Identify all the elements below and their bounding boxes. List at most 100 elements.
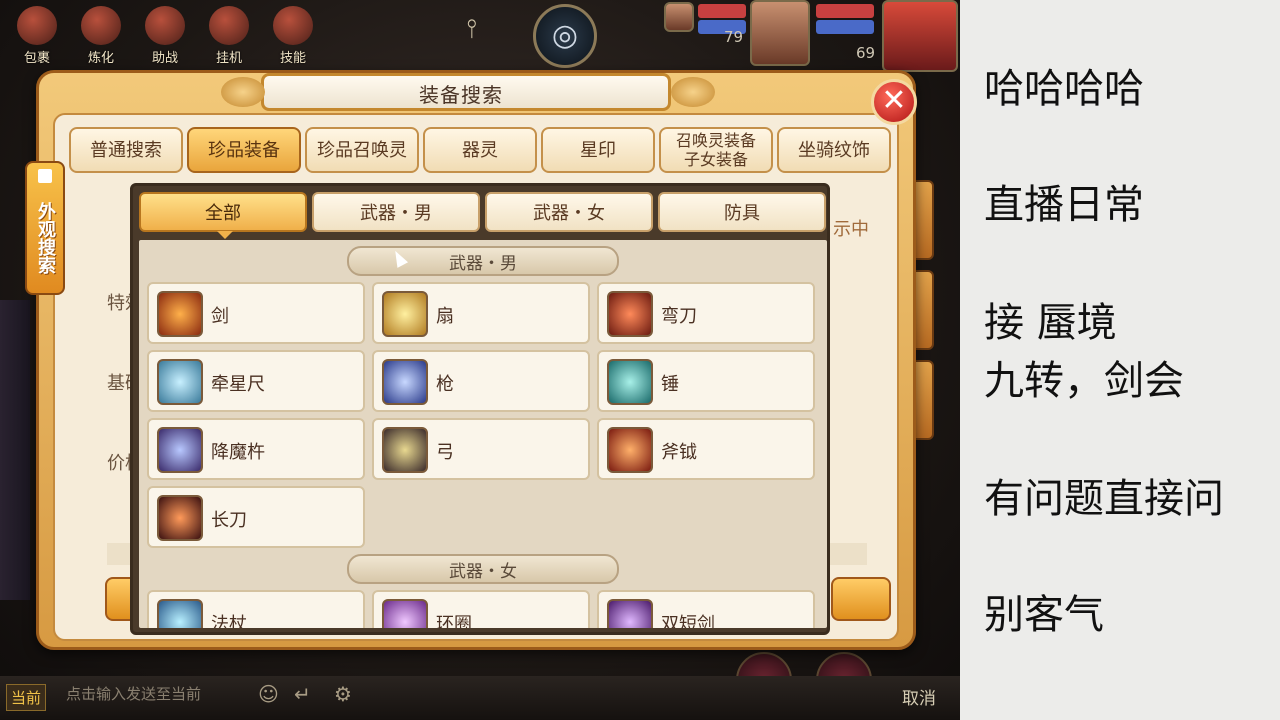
sub-tabs: 全部 武器・男 武器・女 防具 xyxy=(139,192,827,239)
list-item[interactable]: 剑 xyxy=(147,282,365,344)
menu-idle[interactable]: 挂机 xyxy=(200,6,258,66)
pet-avatar[interactable] xyxy=(750,0,810,66)
chat-input[interactable]: 点击输入发送至当前 xyxy=(66,683,201,704)
level-b: 69 xyxy=(856,44,876,62)
subtab-all[interactable]: 全部 xyxy=(139,192,307,239)
fan-icon xyxy=(382,291,428,337)
menu-assist-label: 助战 xyxy=(151,51,178,66)
item-label: 牵星尺 xyxy=(211,374,265,395)
close-button[interactable]: ✕ xyxy=(871,79,917,125)
section-header-female-weapons: 武器・女 xyxy=(347,554,619,584)
item-label: 锤 xyxy=(661,374,679,395)
item-label: 扇 xyxy=(436,306,454,327)
subtab-weapon-male[interactable]: 武器・男 xyxy=(312,192,480,232)
item-label: 弓 xyxy=(436,442,454,463)
list-item[interactable]: 牵星尺 xyxy=(147,350,365,412)
bg-button-right[interactable] xyxy=(831,577,891,621)
category-dropdown: 全部 武器・男 武器・女 防具 武器・男 剑 扇 弯刀 牵星尺 枪 锤 降魔杵 … xyxy=(130,183,830,635)
list-item[interactable]: 降魔杵 xyxy=(147,418,365,480)
long-blade-icon xyxy=(157,495,203,541)
tab-star-seal[interactable]: 星印 xyxy=(541,127,655,173)
item-label: 双短剑 xyxy=(661,614,715,628)
item-label: 枪 xyxy=(436,374,454,395)
menu-bag-label: 包裹 xyxy=(23,51,50,66)
list-item[interactable]: 环圈 xyxy=(372,590,590,628)
section-header-male-weapons: 武器・男 xyxy=(347,246,619,276)
item-label: 法杖 xyxy=(211,614,247,628)
pin-icon[interactable]: ⫯ xyxy=(466,14,477,45)
note-line-2: 直播日常 xyxy=(984,182,1144,228)
menu-idle-label: 挂机 xyxy=(215,51,242,66)
axe-icon xyxy=(607,427,653,473)
level-a: 79 xyxy=(724,28,744,46)
item-label: 环圈 xyxy=(436,614,472,628)
menu-forge-label: 炼化 xyxy=(87,51,114,66)
forge-icon xyxy=(81,6,121,45)
list-item[interactable]: 法杖 xyxy=(147,590,365,628)
note-line-1: 哈哈哈哈 xyxy=(984,66,1144,112)
item-label: 降魔杵 xyxy=(211,442,265,463)
left-side-panel xyxy=(0,300,30,600)
emoji-icon[interactable]: ☺ xyxy=(258,682,279,706)
note-line-4: 九转，剑会 xyxy=(984,358,1184,404)
tab-mount-ornament[interactable]: 坐骑纹饰 xyxy=(777,127,891,173)
note-line-5: 有问题直接问 xyxy=(984,476,1224,522)
appearance-search-tab[interactable]: 外观搜索 xyxy=(25,161,65,295)
hp-bar-a xyxy=(698,4,746,18)
chat-channel-button[interactable]: 当前 xyxy=(6,684,47,711)
category-list[interactable]: 武器・男 剑 扇 弯刀 牵星尺 枪 锤 降魔杵 弓 斧钺 长刀 武器・女 法杖 … xyxy=(139,240,827,628)
cancel-button[interactable]: 取消 xyxy=(902,684,936,709)
top-menu: 包裹 炼化 助战 挂机 技能 xyxy=(0,0,340,72)
subtab-armor[interactable]: 防具 xyxy=(658,192,826,232)
dialog-title: 装备搜索 xyxy=(419,83,503,107)
twin-swords-icon xyxy=(607,599,653,628)
tab-rare-summon[interactable]: 珍品召唤灵 xyxy=(305,127,419,173)
tab-rare-equipment[interactable]: 珍品装备 xyxy=(187,127,301,173)
list-item[interactable]: 枪 xyxy=(372,350,590,412)
menu-skill-label: 技能 xyxy=(279,51,306,66)
list-item[interactable]: 扇 xyxy=(372,282,590,344)
send-icon[interactable]: ↵ xyxy=(294,682,311,706)
scimitar-icon xyxy=(607,291,653,337)
subtab-weapon-female[interactable]: 武器・女 xyxy=(485,192,653,232)
ring-icon xyxy=(382,599,428,628)
list-item[interactable]: 长刀 xyxy=(147,486,365,548)
list-item[interactable]: 锤 xyxy=(597,350,815,412)
hp-bar-b xyxy=(816,4,874,18)
star-ruler-icon xyxy=(157,359,203,405)
hud: 79 69 xyxy=(660,0,960,72)
bg-label-right: 示中 xyxy=(833,219,869,240)
tab-weapon-spirit[interactable]: 器灵 xyxy=(423,127,537,173)
list-item[interactable]: 弯刀 xyxy=(597,282,815,344)
list-item[interactable]: 斧钺 xyxy=(597,418,815,480)
quest-icon[interactable] xyxy=(664,2,694,32)
item-label: 斧钺 xyxy=(661,442,697,463)
menu-skill[interactable]: 技能 xyxy=(264,6,322,66)
title-right-ornament-icon xyxy=(671,77,715,107)
spear-icon xyxy=(382,359,428,405)
shirt-icon xyxy=(38,169,52,183)
title-left-ornament-icon xyxy=(221,77,265,107)
notes-panel: 哈哈哈哈 直播日常 接 蜃境 九转，剑会 有问题直接问 别客气 xyxy=(960,0,1280,720)
idle-icon xyxy=(209,6,249,45)
settings-gear-icon[interactable]: ⚙ xyxy=(334,682,352,706)
tab-summon-child-equipment[interactable]: 召唤灵装备 子女装备 xyxy=(659,127,773,173)
menu-bag[interactable]: 包裹 xyxy=(8,6,66,66)
main-tabs: 普通搜索 珍品装备 珍品召唤灵 器灵 星印 召唤灵装备 子女装备 坐骑纹饰 xyxy=(69,127,899,175)
hammer-icon xyxy=(607,359,653,405)
staff-icon xyxy=(157,599,203,628)
skill-icon xyxy=(273,6,313,45)
note-line-6: 别客气 xyxy=(984,592,1104,638)
item-label: 长刀 xyxy=(211,510,247,531)
menu-forge[interactable]: 炼化 xyxy=(72,6,130,66)
bow-icon xyxy=(382,427,428,473)
dragon-emblem-icon[interactable]: ◎ xyxy=(533,4,597,68)
tab-normal-search[interactable]: 普通搜索 xyxy=(69,127,183,173)
player-avatar[interactable] xyxy=(882,0,958,72)
list-item[interactable]: 双短剑 xyxy=(597,590,815,628)
sword-icon xyxy=(157,291,203,337)
bag-icon xyxy=(17,6,57,45)
note-line-3: 接 蜃境 xyxy=(984,300,1117,346)
list-item[interactable]: 弓 xyxy=(372,418,590,480)
menu-assist[interactable]: 助战 xyxy=(136,6,194,66)
